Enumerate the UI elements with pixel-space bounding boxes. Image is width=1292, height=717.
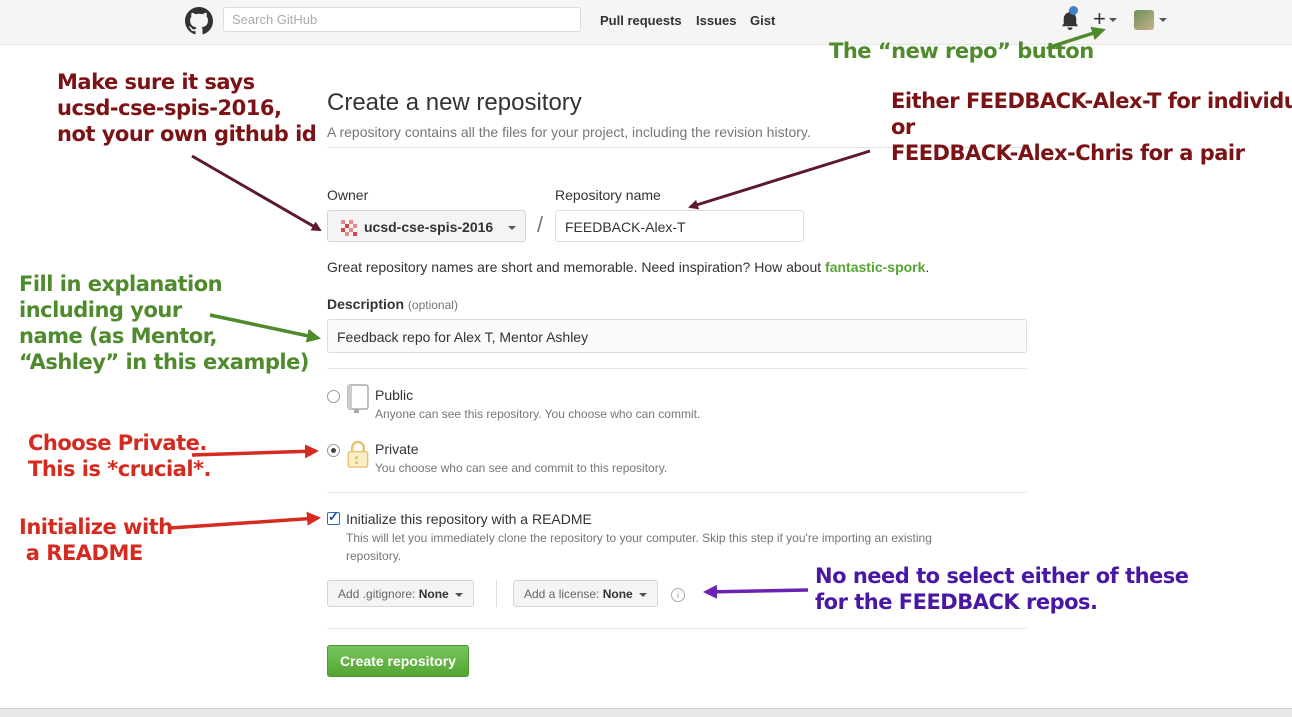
new-repo-arrow (1049, 26, 1106, 49)
select-arrow (703, 584, 809, 599)
description-arrow (209, 313, 321, 343)
annotation-arrows (169, 26, 1106, 599)
owner-arrow (191, 154, 322, 232)
repo-arrow (688, 149, 871, 210)
private-arrow (191, 444, 319, 459)
readme-arrow (169, 511, 321, 530)
